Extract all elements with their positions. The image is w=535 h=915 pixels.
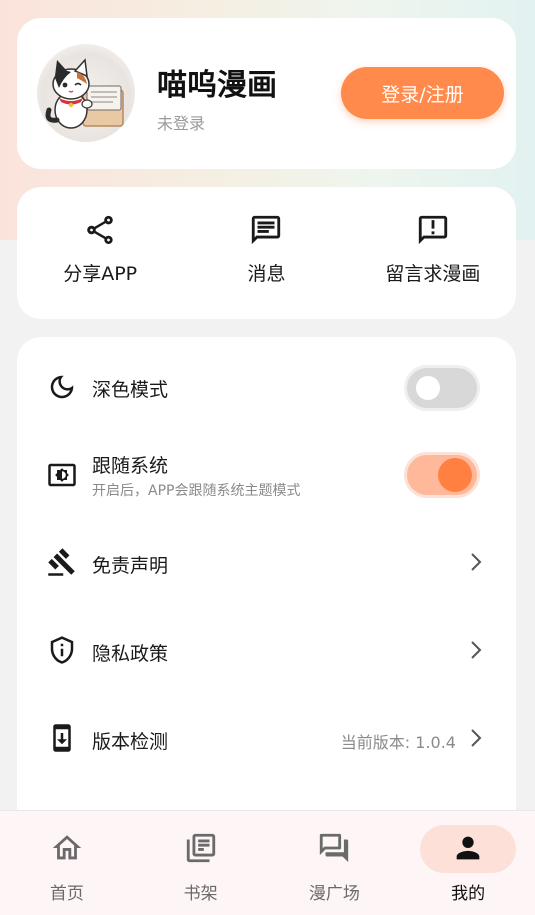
shield-info-icon <box>50 636 74 664</box>
nav-mine[interactable]: 我的 <box>401 811 535 915</box>
dark-mode-label: 深色模式 <box>92 379 169 401</box>
messages-label: 消息 <box>247 263 286 285</box>
toggle-knob <box>438 458 472 492</box>
current-version: 当前版本: 1.0.4 <box>340 733 456 752</box>
disclaimer-row[interactable]: 免责声明 <box>17 518 516 606</box>
request-comic-action[interactable]: 留言求漫画 <box>350 187 516 319</box>
quick-actions-card: 分享APP 消息 留言求漫画 <box>17 187 516 319</box>
nav-home-label: 首页 <box>49 884 84 904</box>
brightness-icon <box>48 463 76 487</box>
share-icon <box>87 215 113 245</box>
cat-mascot-icon <box>45 58 124 129</box>
moon-icon <box>50 375 74 399</box>
follow-system-toggle[interactable] <box>404 452 480 498</box>
phone-download-icon <box>53 724 71 752</box>
bottom-navigation: 首页 书架 漫广场 我的 <box>0 810 535 915</box>
chevron-right-icon <box>471 641 482 659</box>
nav-home[interactable]: 首页 <box>0 811 134 915</box>
privacy-policy-row[interactable]: 隐私政策 <box>17 606 516 694</box>
follow-system-description: 开启后，APP会跟随系统主题模式 <box>92 483 301 499</box>
message-icon <box>252 215 281 245</box>
home-icon <box>52 835 82 860</box>
app-name: 喵呜漫画 <box>157 68 277 103</box>
chevron-right-icon <box>471 553 482 571</box>
privacy-policy-label: 隐私政策 <box>92 643 169 665</box>
settings-card: 深色模式 跟随系统 开启后，APP会跟随系统主题模式 免责声明 隐私政策 版本检… <box>17 337 516 837</box>
request-comic-label: 留言求漫画 <box>385 263 481 285</box>
nav-bookshelf-label: 书架 <box>183 884 218 904</box>
library-icon <box>186 833 215 863</box>
follow-system-label: 跟随系统 <box>92 455 169 477</box>
follow-system-row: 跟随系统 开启后，APP会跟随系统主题模式 <box>17 430 516 518</box>
version-check-row[interactable]: 版本检测 当前版本: 1.0.4 <box>17 694 516 782</box>
login-register-button[interactable]: 登录/注册 <box>341 67 504 119</box>
disclaimer-label: 免责声明 <box>92 555 169 577</box>
chevron-right-icon <box>471 729 482 747</box>
nav-comic-square-label: 漫广场 <box>308 884 360 904</box>
share-app-label: 分享APP <box>63 263 138 285</box>
login-status: 未登录 <box>157 114 206 133</box>
feedback-icon <box>418 215 447 245</box>
messages-action[interactable]: 消息 <box>183 187 349 319</box>
dark-mode-toggle[interactable] <box>404 365 480 411</box>
person-icon <box>456 836 480 860</box>
forum-icon <box>320 833 349 863</box>
toggle-knob <box>416 376 440 400</box>
nav-comic-square[interactable]: 漫广场 <box>268 811 402 915</box>
avatar[interactable] <box>37 44 135 142</box>
version-check-label: 版本检测 <box>92 731 169 753</box>
share-app-action[interactable]: 分享APP <box>17 187 183 319</box>
nav-mine-label: 我的 <box>451 884 486 904</box>
nav-bookshelf[interactable]: 书架 <box>134 811 268 915</box>
dark-mode-row: 深色模式 <box>17 342 516 430</box>
profile-card: 喵呜漫画 未登录 登录/注册 <box>17 18 516 169</box>
gavel-icon <box>48 548 75 576</box>
